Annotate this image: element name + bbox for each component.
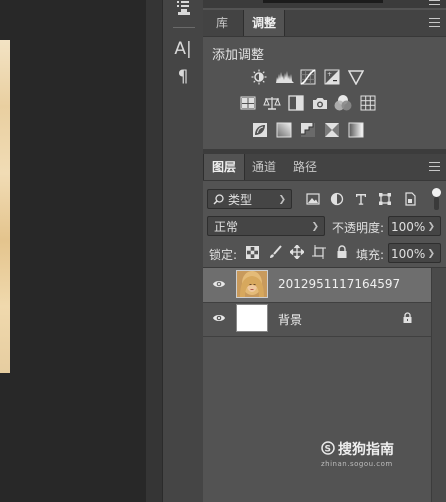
layer-row-background[interactable]: 背景 xyxy=(203,302,431,337)
layers-panel-menu-icon[interactable] xyxy=(429,162,440,171)
panel-icon-strip: A| ¶ xyxy=(162,0,204,502)
character-icon[interactable]: A| xyxy=(171,38,195,60)
opacity-label: 不透明度: xyxy=(332,221,385,235)
black-white-icon[interactable] xyxy=(288,95,304,111)
lock-image-pixels-icon[interactable] xyxy=(268,245,282,259)
threshold-icon[interactable] xyxy=(300,122,316,138)
curves-icon[interactable] xyxy=(300,69,316,85)
document-canvas[interactable] xyxy=(0,40,10,373)
chevron-down-icon: ❯ xyxy=(427,222,435,232)
type-filter-icon[interactable] xyxy=(354,192,368,206)
canvas-area[interactable] xyxy=(0,0,146,502)
exposure-icon[interactable]: + xyxy=(324,69,340,85)
chevron-down-icon: ❯ xyxy=(311,222,319,232)
tab-adjustments[interactable]: 调整 xyxy=(243,10,285,36)
lock-transparent-pixels-icon[interactable] xyxy=(246,246,259,259)
fill-field[interactable]: 100% ❯ xyxy=(388,243,441,263)
selective-color-icon[interactable] xyxy=(324,122,340,138)
filter-toggle[interactable] xyxy=(432,188,441,197)
layers-tab-row: 图层 通道 路径 xyxy=(203,154,446,181)
hue-saturation-icon[interactable] xyxy=(240,95,256,111)
image-edge xyxy=(0,40,10,373)
tab-layers[interactable]: 图层 xyxy=(203,154,245,180)
fill-value: 100% xyxy=(391,247,426,261)
vibrance-icon[interactable] xyxy=(348,69,364,85)
eye-icon[interactable] xyxy=(212,278,226,290)
filter-toggle-track xyxy=(434,197,439,210)
invert-icon[interactable] xyxy=(252,122,268,138)
color-lookup-icon[interactable] xyxy=(360,95,376,111)
opacity-value: 100% xyxy=(391,220,426,234)
lock-icon xyxy=(403,312,412,323)
sogou-logo-icon: S xyxy=(321,441,335,455)
brightness-contrast-icon[interactable] xyxy=(251,69,267,85)
fill-label: 填充: xyxy=(356,248,385,262)
svg-text:+: + xyxy=(327,71,332,78)
lock-label: 锁定: xyxy=(209,248,238,262)
portrait-thumbnail xyxy=(237,271,267,297)
gradient-map-icon[interactable] xyxy=(348,122,364,138)
paragraph-icon[interactable]: ¶ xyxy=(171,66,195,88)
eye-icon[interactable] xyxy=(212,312,226,324)
color-balance-icon[interactable] xyxy=(263,95,281,111)
top-strip xyxy=(203,0,446,8)
search-icon xyxy=(213,194,224,205)
lock-position-icon[interactable] xyxy=(290,245,304,259)
filter-label: 类型 xyxy=(228,193,253,207)
chevron-down-icon: ❯ xyxy=(278,195,286,205)
top-menu-icon[interactable] xyxy=(429,0,440,9)
layer-thumbnail-background[interactable] xyxy=(236,304,268,332)
lock-artboard-icon[interactable] xyxy=(312,245,326,259)
layer-thumbnail-photo[interactable] xyxy=(236,270,268,298)
shape-filter-icon[interactable] xyxy=(378,192,392,206)
layer-name[interactable]: 2012951117164597 xyxy=(278,277,400,291)
lock-all-icon[interactable] xyxy=(335,245,349,259)
adjustment-filter-icon[interactable] xyxy=(330,192,344,206)
tab-library[interactable]: 库 xyxy=(203,10,241,36)
chevron-down-icon: ❯ xyxy=(427,249,435,259)
adjust-title: 添加调整 xyxy=(212,48,265,63)
adjust-panel-menu-icon[interactable] xyxy=(429,18,440,27)
posterize-icon[interactable] xyxy=(276,122,292,138)
clone-stamp-icon[interactable] xyxy=(171,0,195,22)
tab-paths[interactable]: 路径 xyxy=(286,154,324,180)
layer-filter-dropdown[interactable]: 类型 ❯ xyxy=(207,189,292,209)
pixel-filter-icon[interactable] xyxy=(306,192,320,206)
opacity-field[interactable]: 100% ❯ xyxy=(388,216,441,236)
watermark-name: 搜狗指南 xyxy=(338,442,394,458)
canvas-border xyxy=(146,0,162,502)
strip-divider xyxy=(173,27,195,28)
svg-text:S: S xyxy=(325,445,331,455)
adjust-tab-row: 库 调整 xyxy=(203,10,446,37)
watermark: S 搜狗指南 zhinan.sogou.com xyxy=(320,438,446,472)
tab-channels[interactable]: 通道 xyxy=(245,154,283,180)
blend-mode-dropdown[interactable]: 正常 ❯ xyxy=(207,216,325,236)
channel-mixer-icon[interactable] xyxy=(334,94,352,112)
watermark-url: zhinan.sogou.com xyxy=(321,460,393,468)
levels-icon[interactable] xyxy=(275,69,295,85)
smart-object-filter-icon[interactable] xyxy=(403,192,417,206)
blend-mode-value: 正常 xyxy=(214,220,239,234)
layer-row-photo[interactable]: 2012951117164597 xyxy=(203,268,431,303)
photo-filter-icon[interactable] xyxy=(311,95,329,111)
layer-name[interactable]: 背景 xyxy=(278,311,302,328)
